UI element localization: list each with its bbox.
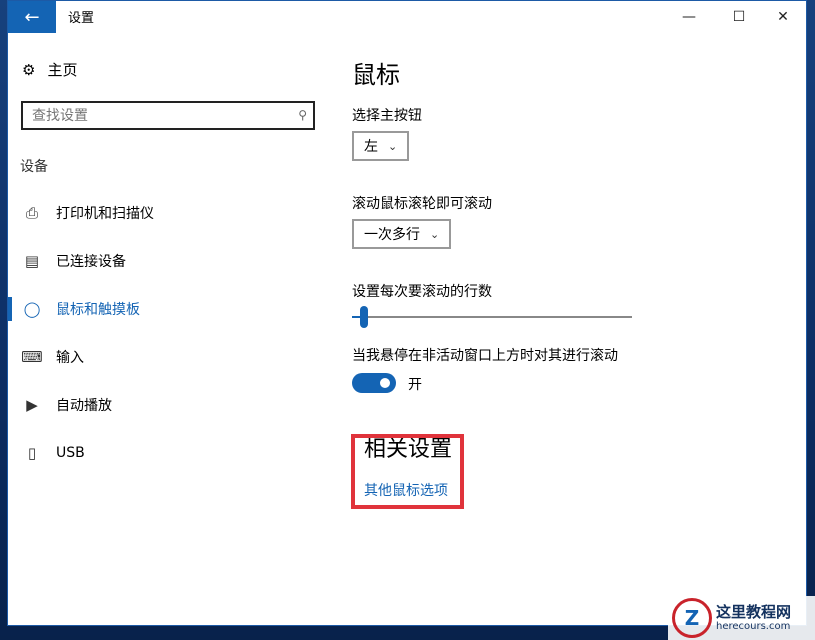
autoplay-icon: ▶	[26, 396, 38, 414]
inactive-scroll-toggle[interactable]	[352, 373, 396, 393]
toggle-state: 开	[408, 377, 422, 393]
sidebar-item-mouse[interactable]: ◯ 鼠标和触摸板	[8, 289, 308, 329]
keyboard-icon: ⌨	[21, 348, 43, 366]
scroll-mode-value: 一次多行	[364, 227, 420, 243]
watermark-sub-text: herecours.com	[716, 620, 791, 632]
chevron-down-icon: ⌄	[430, 227, 440, 241]
title-bar: ← 设置 — ☐ ✕	[8, 1, 806, 33]
page-title: 鼠标	[352, 61, 400, 89]
slider-fill	[352, 316, 360, 318]
mouse-icon: ◯	[23, 300, 41, 318]
back-button[interactable]: ←	[8, 1, 56, 33]
scroll-lines-slider[interactable]	[352, 306, 632, 328]
sidebar-item-label: 已连接设备	[56, 254, 126, 270]
back-arrow-icon: ←	[24, 6, 40, 28]
scroll-mode-label: 滚动鼠标滚轮即可滚动	[352, 196, 492, 212]
home-label: 主页	[47, 61, 78, 79]
scroll-lines-label: 设置每次要滚动的行数	[352, 284, 492, 300]
connected-devices-icon: ▤	[24, 252, 40, 270]
sidebar-item-label: USB	[56, 445, 85, 461]
sidebar-item-label: 打印机和扫描仪	[56, 206, 154, 222]
window-title: 设置	[68, 11, 95, 26]
primary-button-label: 选择主按钮	[352, 108, 422, 124]
toggle-knob	[380, 378, 390, 388]
sidebar-item-autoplay[interactable]: ▶ 自动播放	[8, 385, 308, 425]
gear-icon: ⚙	[22, 60, 36, 79]
sidebar-item-printers[interactable]: ⎙ 打印机和扫描仪	[8, 193, 308, 233]
search-box[interactable]: ⚲	[21, 101, 315, 130]
primary-button-select[interactable]: 左 ⌄	[352, 131, 410, 161]
primary-button-value: 左	[364, 139, 378, 155]
sidebar-item-label: 自动播放	[56, 398, 112, 414]
watermark-logo: Z	[672, 598, 712, 638]
search-icon[interactable]: ⚲	[298, 108, 307, 122]
inactive-scroll-label: 当我悬停在非活动窗口上方时对其进行滚动	[352, 348, 618, 364]
sidebar-item-label: 鼠标和触摸板	[56, 302, 140, 318]
printer-icon: ⎙	[25, 204, 38, 222]
annotation-highlight-box	[351, 434, 464, 509]
active-indicator	[8, 297, 12, 321]
sidebar-item-connected-devices[interactable]: ▤ 已连接设备	[8, 241, 308, 281]
sidebar-home[interactable]: ⚙ 主页	[22, 59, 77, 80]
scroll-mode-select[interactable]: 一次多行 ⌄	[352, 219, 452, 249]
maximize-button[interactable]: ☐	[716, 1, 762, 33]
usb-icon: ▯	[27, 444, 37, 462]
chevron-down-icon: ⌄	[388, 139, 398, 153]
search-input[interactable]	[23, 106, 284, 125]
sidebar-item-label: 输入	[56, 350, 84, 366]
section-label: 设备	[20, 159, 48, 175]
minimize-button[interactable]: —	[666, 1, 712, 33]
close-button[interactable]: ✕	[760, 1, 806, 33]
sidebar-item-usb[interactable]: ▯ USB	[8, 433, 308, 473]
sidebar-item-typing[interactable]: ⌨ 输入	[8, 337, 308, 377]
slider-thumb[interactable]	[360, 306, 368, 328]
settings-window: ← 设置 — ☐ ✕ ⚙ 主页 ⚲ 设备 ⎙ 打印机和扫描仪 ▤ 已连接设备 ◯…	[7, 0, 807, 626]
watermark: Z 这里教程网 herecours.com	[668, 596, 815, 640]
watermark-main-text: 这里教程网	[716, 603, 792, 622]
